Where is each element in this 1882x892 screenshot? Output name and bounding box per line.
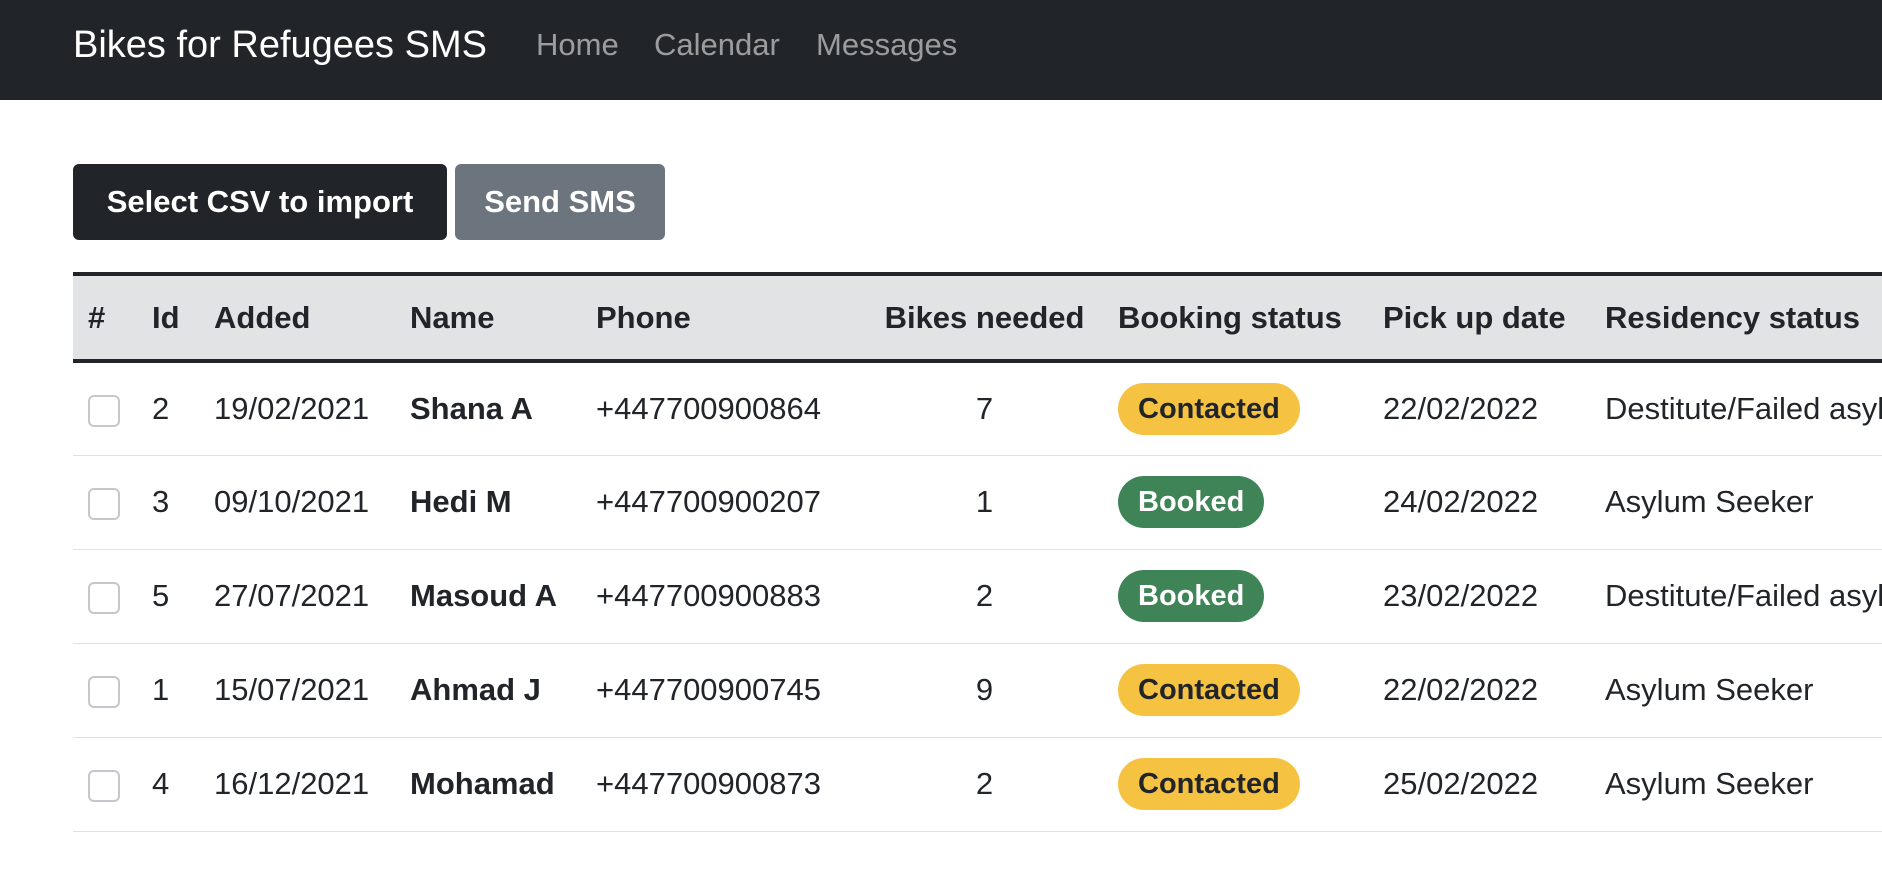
table-header-row: # Id Added Name Phone Bikes needed Booki…: [73, 274, 1882, 361]
bookings-table-container: # Id Added Name Phone Bikes needed Booki…: [73, 272, 1882, 832]
row-checkbox[interactable]: [88, 581, 120, 614]
row-id: 1: [152, 672, 170, 707]
row-residency-status: Destitute/Failed asylum seeker: [1605, 578, 1882, 613]
nav-link-messages[interactable]: Messages: [816, 24, 957, 66]
header-phone[interactable]: Phone: [581, 274, 866, 361]
row-bikes-needed: 9: [975, 672, 994, 707]
header-bikes-needed[interactable]: Bikes needed: [866, 274, 1103, 361]
row-bikes-needed: 7: [975, 390, 994, 426]
row-id: 3: [152, 484, 170, 519]
row-id: 4: [152, 766, 170, 801]
table-row: 2 19/02/2021 Shana A +447700900864 7 Con…: [73, 361, 1882, 455]
row-residency-status: Destitute/Failed asylum seeker: [1605, 390, 1882, 426]
table-row: 3 09/10/2021 Hedi M +447700900207 1 Book…: [73, 455, 1882, 549]
header-residency-status[interactable]: Residency status: [1590, 274, 1882, 361]
row-added: 16/12/2021: [214, 766, 370, 801]
row-pick-up-date: 22/02/2022: [1383, 390, 1539, 426]
row-name: Shana A: [410, 390, 533, 426]
header-select: #: [88, 299, 106, 335]
row-phone: +447700900873: [596, 766, 821, 801]
row-added: 09/10/2021: [214, 484, 370, 519]
header-booking-status[interactable]: Booking status: [1103, 274, 1368, 361]
row-pick-up-date: 23/02/2022: [1383, 578, 1539, 613]
row-phone: +447700900745: [596, 672, 821, 707]
select-csv-button[interactable]: Select CSV to import: [73, 164, 447, 240]
row-bikes-needed: 1: [975, 484, 994, 519]
status-badge: Contacted: [1118, 758, 1300, 810]
row-added: 15/07/2021: [214, 672, 370, 707]
row-name: Masoud A: [410, 578, 557, 613]
status-badge: Booked: [1118, 570, 1265, 622]
row-pick-up-date: 25/02/2022: [1383, 766, 1539, 801]
row-phone: +447700900883: [596, 578, 821, 613]
row-checkbox[interactable]: [88, 394, 120, 427]
header-added[interactable]: Added: [199, 274, 395, 361]
row-bikes-needed: 2: [975, 766, 994, 801]
row-added: 19/02/2021: [214, 390, 370, 426]
table-row: 1 15/07/2021 Ahmad J +447700900745 9 Con…: [73, 643, 1882, 737]
row-id: 5: [152, 578, 170, 613]
row-checkbox[interactable]: [88, 487, 120, 520]
row-phone: +447700900207: [596, 484, 821, 519]
row-added: 27/07/2021: [214, 578, 370, 613]
row-name: Ahmad J: [410, 672, 541, 707]
row-checkbox[interactable]: [88, 675, 120, 708]
status-badge: Booked: [1118, 476, 1265, 528]
row-residency-status: Asylum Seeker: [1605, 672, 1814, 707]
row-id: 2: [152, 390, 170, 426]
row-checkbox[interactable]: [88, 769, 120, 802]
header-id[interactable]: Id: [137, 274, 199, 361]
header-name[interactable]: Name: [395, 274, 581, 361]
row-bikes-needed: 2: [975, 578, 994, 613]
nav-link-home[interactable]: Home: [536, 24, 619, 66]
navbar: Bikes for Refugees SMS Home Calendar Mes…: [0, 0, 1882, 100]
nav-link-calendar[interactable]: Calendar: [654, 24, 780, 66]
row-pick-up-date: 22/02/2022: [1383, 672, 1539, 707]
bookings-table: # Id Added Name Phone Bikes needed Booki…: [73, 272, 1882, 832]
row-phone: +447700900864: [596, 390, 821, 426]
row-pick-up-date: 24/02/2022: [1383, 484, 1539, 519]
row-name: Mohamad: [410, 766, 555, 801]
row-residency-status: Asylum Seeker: [1605, 484, 1814, 519]
status-badge: Contacted: [1118, 664, 1300, 716]
table-row: 4 16/12/2021 Mohamad +447700900873 2 Con…: [73, 737, 1882, 831]
table-row: 5 27/07/2021 Masoud A +447700900883 2 Bo…: [73, 549, 1882, 643]
status-badge: Contacted: [1118, 382, 1300, 435]
send-sms-button[interactable]: Send SMS: [455, 164, 665, 240]
row-name: Hedi M: [410, 484, 512, 519]
row-residency-status: Asylum Seeker: [1605, 766, 1814, 801]
navbar-brand[interactable]: Bikes for Refugees SMS: [73, 22, 487, 68]
header-pick-up-date[interactable]: Pick up date: [1368, 274, 1590, 361]
